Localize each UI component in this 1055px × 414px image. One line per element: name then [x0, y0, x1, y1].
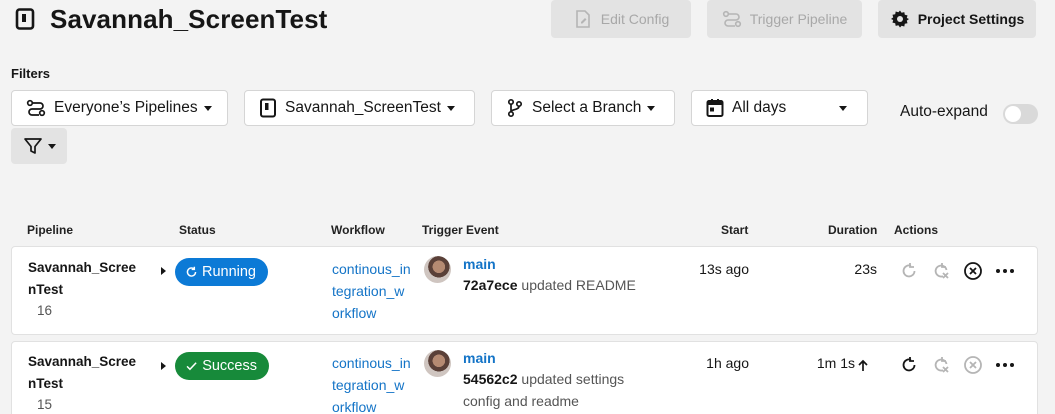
column-header-actions: Actions: [894, 223, 939, 237]
project-settings-button[interactable]: Project Settings: [878, 0, 1036, 38]
caret-down-icon: [446, 105, 455, 111]
more-options-icon[interactable]: [994, 260, 1016, 282]
pipeline-icon: [26, 99, 46, 117]
branch-filter-value: Select a Branch: [532, 99, 642, 116]
pipeline-name[interactable]: Savannah_ScreenTest: [28, 351, 140, 395]
page-header: Savannah_ScreenTest: [14, 0, 327, 38]
rerun-failed-icon[interactable]: [930, 354, 952, 376]
page-title: Savannah_ScreenTest: [50, 3, 328, 34]
table-row[interactable]: Savannah_ScreenTest 16 Running continous…: [11, 246, 1038, 335]
file-edit-icon: [575, 10, 590, 28]
pipelines-filter-dropdown[interactable]: Everyone’s Pipelines: [11, 90, 228, 126]
column-header-trigger-event: Trigger Event: [422, 223, 499, 237]
project-settings-label: Project Settings: [917, 11, 1025, 27]
caret-down-icon: [839, 105, 847, 111]
check-icon: [186, 362, 197, 371]
column-header-start: Start: [721, 223, 749, 237]
status-label: Running: [201, 264, 256, 280]
branch-icon: [507, 98, 523, 118]
workflow-link[interactable]: continous_integration_workflow: [332, 352, 412, 414]
rerun-failed-icon[interactable]: [930, 260, 952, 282]
status-badge[interactable]: Success: [175, 352, 269, 380]
avatar: [424, 256, 451, 283]
expand-arrow-icon[interactable]: [161, 362, 166, 370]
pipeline-icon: [722, 10, 741, 28]
filters-label: Filters: [11, 66, 51, 81]
commit-hash: 72a7ece: [463, 277, 518, 293]
pipeline-name[interactable]: Savannah_ScreenTest: [28, 257, 140, 301]
branch-link[interactable]: main: [463, 350, 496, 366]
pipeline-number: 16: [37, 303, 53, 318]
status-badge[interactable]: Running: [175, 258, 268, 286]
caret-down-icon: [647, 105, 656, 111]
branch-link[interactable]: main: [463, 256, 496, 272]
trigger-pipeline-button[interactable]: Trigger Pipeline: [707, 0, 862, 38]
branch-filter-dropdown[interactable]: Select a Branch: [491, 90, 675, 126]
pipeline-number: 15: [37, 397, 53, 412]
gear-icon: [890, 10, 909, 28]
date-filter-value: All days: [732, 99, 787, 116]
avatar: [424, 350, 451, 377]
more-options-icon[interactable]: [994, 354, 1016, 376]
duration: 23s: [854, 261, 877, 277]
cancel-icon[interactable]: [962, 354, 984, 376]
trigger-pipeline-label: Trigger Pipeline: [749, 11, 848, 27]
column-header-pipeline: Pipeline: [27, 223, 74, 237]
rerun-icon[interactable]: [898, 260, 920, 282]
running-icon: [186, 266, 197, 277]
status-label: Success: [202, 358, 257, 374]
caret-down-icon: [47, 143, 56, 149]
duration: 1m 1s: [816, 355, 855, 371]
auto-expand-toggle[interactable]: [1003, 104, 1038, 124]
pipelines-filter-value: Everyone’s Pipelines: [54, 99, 198, 116]
calendar-icon: [706, 99, 724, 117]
cancel-icon[interactable]: [962, 260, 984, 282]
column-header-status: Status: [179, 223, 216, 237]
column-header-workflow: Workflow: [331, 223, 385, 237]
project-filter-value: Savannah_ScreenTest: [285, 99, 441, 116]
workflow-link[interactable]: continous_integration_workflow: [332, 258, 412, 324]
project-icon: [260, 98, 276, 118]
date-filter-dropdown[interactable]: All days: [691, 90, 868, 126]
table-row[interactable]: Savannah_ScreenTest 15 Success continous…: [11, 341, 1038, 414]
arrow-up-icon: [856, 355, 870, 377]
commit-info[interactable]: 54562c2 updated settings config and read…: [463, 368, 643, 412]
edit-config-button[interactable]: Edit Config: [551, 0, 691, 38]
rerun-icon[interactable]: [898, 354, 920, 376]
edit-config-label: Edit Config: [600, 11, 670, 27]
column-header-duration: Duration: [828, 223, 878, 237]
project-filter-dropdown[interactable]: Savannah_ScreenTest: [244, 90, 475, 126]
auto-expand-label: Auto-expand: [900, 103, 988, 120]
start-time: 13s ago: [699, 261, 749, 277]
commit-hash: 54562c2: [463, 371, 518, 387]
start-time: 1h ago: [706, 355, 749, 371]
commit-info[interactable]: 72a7ece updated README: [463, 274, 653, 296]
commit-message: updated README: [521, 277, 636, 293]
expand-arrow-icon[interactable]: [161, 267, 166, 275]
project-icon: [14, 8, 36, 30]
funnel-icon: [23, 138, 42, 154]
toggle-knob: [1005, 106, 1021, 122]
caret-down-icon: [203, 105, 212, 111]
advanced-filter-button[interactable]: [11, 128, 67, 164]
